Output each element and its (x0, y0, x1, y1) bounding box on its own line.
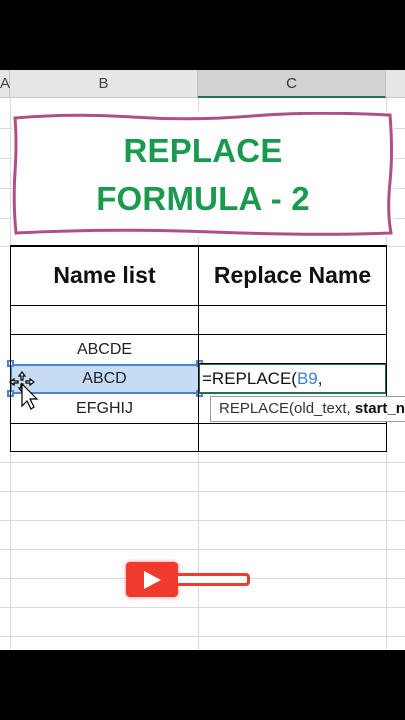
formula-reference: B9 (296, 369, 318, 388)
cell-b7[interactable] (11, 306, 198, 334)
table-border (198, 363, 387, 364)
title-shape[interactable]: REPLACE FORMULA - 2 (12, 112, 394, 236)
cell-c8[interactable] (199, 335, 386, 363)
gridline (0, 549, 405, 550)
gridline (0, 491, 405, 492)
cell-c11[interactable] (199, 424, 386, 451)
column-header-a[interactable]: A (0, 70, 10, 98)
video-progress-bar (178, 573, 250, 586)
gridline (0, 520, 405, 521)
formula-suffix: , (317, 369, 323, 388)
cell-b8[interactable]: ABCDE (11, 335, 198, 363)
play-icon[interactable] (126, 562, 178, 597)
header-name-list[interactable]: Name list (11, 246, 198, 305)
column-header-b[interactable]: B (10, 70, 198, 98)
formula-prefix: =REPLACE( (202, 369, 297, 388)
function-tooltip[interactable]: REPLACE(old_text, start_num (210, 396, 405, 422)
column-header-d[interactable] (386, 70, 405, 98)
tooltip-function: REPLACE(old_text, (219, 400, 355, 417)
tooltip-current-arg: start_num (354, 400, 405, 417)
gridline (0, 462, 405, 463)
cell-c7[interactable] (199, 306, 386, 334)
spreadsheet[interactable]: A B C REPLACE FORMULA - 2 Name list Repl… (0, 70, 405, 650)
table-border (10, 245, 11, 452)
active-cell-c9[interactable]: =REPLACE(B9, (198, 363, 387, 394)
title-line-1: REPLACE (123, 132, 283, 169)
header-replace-name[interactable]: Replace Name (199, 246, 386, 305)
column-header-c[interactable]: C (198, 70, 386, 98)
title-line-2: FORMULA - 2 (96, 180, 310, 217)
gridline (0, 607, 405, 608)
gridline (0, 636, 405, 637)
formula-entry[interactable]: =REPLACE(B9, (202, 369, 322, 389)
table-border (198, 245, 199, 452)
move-cursor-icon (8, 370, 42, 415)
cell-b11[interactable] (11, 424, 198, 451)
